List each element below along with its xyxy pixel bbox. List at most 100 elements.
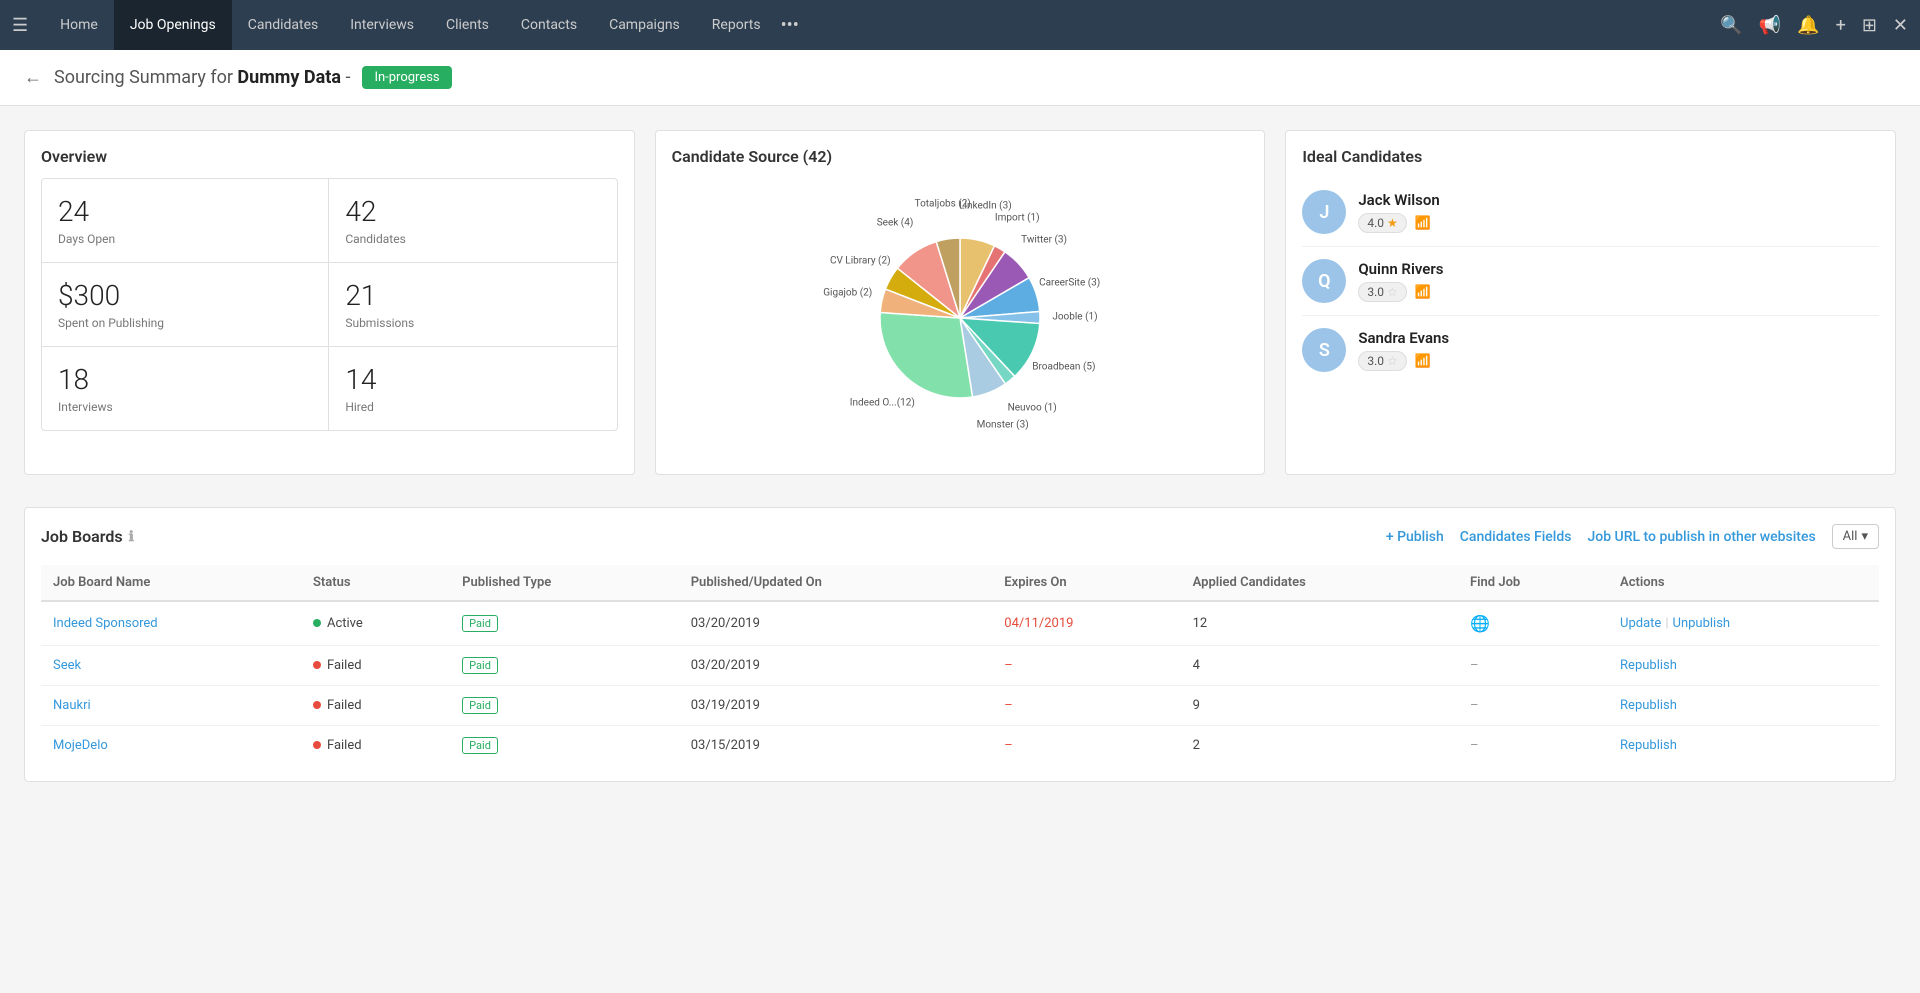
table-row: Indeed Sponsored Active Paid 03/20/2019 … [41,601,1879,646]
find-job-dash: – [1470,698,1479,713]
candidate-name: Jack Wilson [1358,191,1879,209]
pie-wrapper: LinkedIn (3)Import (1)Twitter (3)CareerS… [790,178,1130,458]
table-header: Job Board NameStatusPublished TypePublis… [41,565,1879,601]
nav-more-icon[interactable]: ••• [781,15,799,36]
settings-icon[interactable]: ✕ [1893,15,1908,36]
nav-item-campaigns[interactable]: Campaigns [593,0,696,50]
signal-icon: 📶 [1415,285,1431,300]
menu-icon[interactable]: ☰ [12,15,28,36]
find-job-globe-icon[interactable]: 🌐 [1470,614,1490,633]
table-row: MojeDelo Failed Paid 03/15/2019 – 2 – Re… [41,726,1879,766]
job-boards-section: Job Boards ℹ + Publish Candidates Fields… [24,507,1896,782]
title-prefix: Sourcing Summary for [54,67,237,88]
stat-cell: 42Candidates [329,179,616,263]
candidates-cell: 12 [1181,601,1458,646]
bell-icon[interactable]: 🔔 [1797,15,1819,36]
status-cell: Failed [301,686,450,726]
status-text: Failed [327,698,362,713]
nav-right: 🔍 📢 🔔 + ⊞ ✕ [1720,15,1908,36]
stat-number: $300 [58,279,312,312]
job-board-link[interactable]: MojeDelo [53,738,108,753]
nav-item-candidates[interactable]: Candidates [232,0,335,50]
ideal-candidates-section: Ideal Candidates J Jack Wilson 4.0 ★ 📶 Q… [1285,130,1896,475]
stat-cell: 18Interviews [42,347,329,430]
status-cell: Failed [301,726,450,766]
status-text: Failed [327,658,362,673]
find-job-cell: – [1458,646,1608,686]
published-cell: 03/20/2019 [679,646,993,686]
job-boards-title: Job Boards ℹ [41,527,134,546]
candidate-rating: 3.0 ☆ 📶 [1358,282,1879,302]
signal-icon: 📶 [1415,354,1431,369]
overview-title: Overview [41,147,618,166]
overview-section: Overview 24 Days Open 42Candidates $300 Spen… [24,130,635,475]
nav-item-job-openings[interactable]: Job Openings [114,0,232,50]
job-board-link[interactable]: Seek [53,658,81,673]
expires-cell-wrapper: – [992,686,1180,726]
published-cell: 03/15/2019 [679,726,993,766]
candidate-item: J Jack Wilson 4.0 ★ 📶 [1302,178,1879,247]
nav-item-clients[interactable]: Clients [430,0,505,50]
stat-label: Hired [345,400,600,414]
nav-item-contacts[interactable]: Contacts [505,0,593,50]
ideal-candidates-title: Ideal Candidates [1302,147,1879,166]
candidates-cell: 4 [1181,646,1458,686]
job-boards-actions: + Publish Candidates Fields Job URL to p… [1386,524,1879,549]
actions-cell: Republish [1608,646,1879,686]
candidate-item: S Sandra Evans 3.0 ☆ 📶 [1302,316,1879,384]
stat-cell: 21Submissions [329,263,616,347]
avatar: S [1302,328,1346,372]
expires-cell: – [1004,698,1013,713]
candidates-fields-link[interactable]: Candidates Fields [1460,529,1572,545]
filter-dropdown[interactable]: All ▾ [1832,524,1879,549]
pie-label: Monster (3) [977,419,1029,430]
candidate-item: Q Quinn Rivers 3.0 ☆ 📶 [1302,247,1879,316]
republish-action[interactable]: Republish [1620,738,1677,753]
avatar: J [1302,190,1346,234]
job-board-link[interactable]: Indeed Sponsored [53,616,158,631]
stat-number: 24 [58,195,312,228]
table-row: Naukri Failed Paid 03/19/2019 – 9 – Repu… [41,686,1879,726]
expires-cell: – [1004,738,1013,753]
star-icon: ☆ [1387,285,1398,299]
update-action[interactable]: Update [1620,616,1661,631]
megaphone-icon[interactable]: 📢 [1759,15,1781,36]
table-row: Seek Failed Paid 03/20/2019 – 4 – Republ… [41,646,1879,686]
job-board-link[interactable]: Naukri [53,698,91,713]
pie-slice [880,312,973,398]
stat-label: Days Open [58,232,312,246]
chart-title: Candidate Source (42) [672,147,1249,166]
table-column-header: Job Board Name [41,565,301,601]
chart-container: LinkedIn (3)Import (1)Twitter (3)CareerS… [672,178,1249,458]
navbar: ☰ Home Job Openings Candidates Interview… [0,0,1920,50]
page-header: ← Sourcing Summary for Dummy Data - In-p… [0,50,1920,106]
pie-label: Totaljobs (2) [915,199,971,210]
candidate-rating: 4.0 ★ 📶 [1358,213,1879,233]
status-dot [313,701,321,709]
nav-item-reports[interactable]: Reports [696,0,777,50]
search-icon[interactable]: 🔍 [1720,15,1742,36]
nav-item-interviews[interactable]: Interviews [334,0,430,50]
type-cell: Paid [450,686,679,726]
nav-item-home[interactable]: Home [44,0,114,50]
table-column-header: Applied Candidates [1181,565,1458,601]
republish-action[interactable]: Republish [1620,658,1677,673]
grid-icon[interactable]: ⊞ [1862,15,1877,36]
actions-cell: Republish [1608,726,1879,766]
plus-icon[interactable]: + [1836,15,1846,36]
expires-cell: 04/11/2019 [1004,616,1073,631]
status-badge: In-progress [362,66,451,89]
star-icon: ☆ [1387,354,1398,368]
stat-label: Spent on Publishing [58,316,312,330]
stat-number: 18 [58,363,312,396]
stat-cell: 24 Days Open [42,179,329,263]
republish-action[interactable]: Republish [1620,698,1677,713]
back-button[interactable]: ← [24,67,42,88]
table-column-header: Expires On [992,565,1180,601]
expires-cell-wrapper: – [992,726,1180,766]
job-url-link[interactable]: Job URL to publish in other websites [1587,529,1815,545]
stat-cell: 14Hired [329,347,616,430]
job-board-name-cell: Naukri [41,686,301,726]
unpublish-action[interactable]: Unpublish [1673,616,1731,631]
publish-button[interactable]: + Publish [1386,529,1444,545]
